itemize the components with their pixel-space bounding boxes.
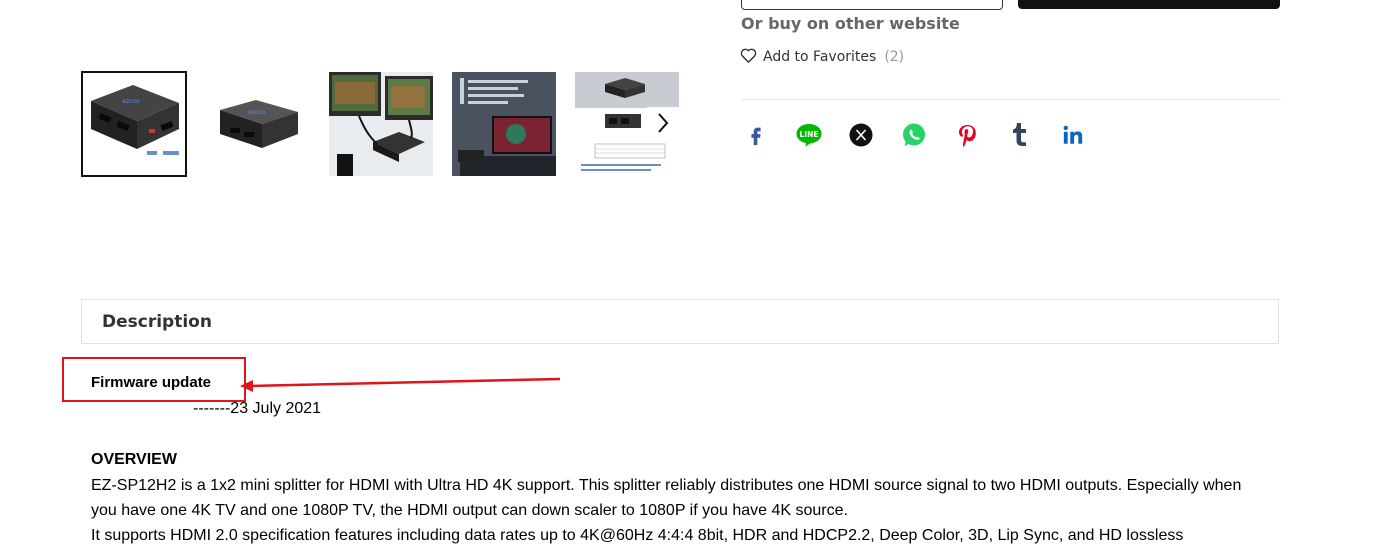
facebook-icon[interactable] xyxy=(741,120,771,150)
overview-paragraph-line: It supports HDMI 2.0 specification featu… xyxy=(91,527,1184,544)
firmware-update-date: -------23 July 2021 xyxy=(193,400,322,417)
line-icon[interactable]: LINE xyxy=(794,120,824,150)
tumblr-icon[interactable] xyxy=(1005,120,1035,150)
pinterest-icon[interactable] xyxy=(952,120,982,150)
x-icon[interactable] xyxy=(846,120,876,150)
buy-now-button[interactable] xyxy=(1018,0,1280,9)
thumbnail-product-with-tvs[interactable] xyxy=(329,72,433,176)
thumbnail-product-angle[interactable]: ezcoo xyxy=(206,72,310,176)
add-to-favorites-button[interactable]: Add to Favorites (2) xyxy=(740,47,904,67)
overview-paragraph-line: EZ-SP12H2 is a 1x2 mini splitter for HDM… xyxy=(91,477,1242,494)
favorites-label: Add to Favorites xyxy=(763,49,877,65)
thumbnail-product-scene[interactable] xyxy=(452,72,556,176)
firmware-update-title: Firmware update xyxy=(91,374,212,391)
chevron-right-icon xyxy=(656,112,670,139)
heart-icon xyxy=(740,47,757,67)
divider xyxy=(741,99,1281,100)
gallery-next-button[interactable] xyxy=(647,107,679,143)
annotation-arrow-icon xyxy=(240,377,561,392)
svg-text:LINE: LINE xyxy=(800,130,819,139)
tab-description-label: Description xyxy=(102,312,212,332)
overview-paragraph-line: you have one 4K TV and one 1080P TV, the… xyxy=(91,502,848,519)
linkedin-icon[interactable] xyxy=(1058,120,1088,150)
thumbnail-product-front[interactable]: ezcoo xyxy=(81,71,187,177)
overview-heading: OVERVIEW xyxy=(91,451,177,468)
whatsapp-icon[interactable] xyxy=(899,120,929,150)
svg-text:ezcoo: ezcoo xyxy=(122,98,140,105)
add-to-cart-button[interactable] xyxy=(741,0,1003,10)
favorites-count: (2) xyxy=(884,49,905,65)
tab-description[interactable]: Description xyxy=(81,299,1279,344)
other-website-label: Or buy on other website xyxy=(741,14,960,33)
svg-text:ezcoo: ezcoo xyxy=(248,109,266,116)
